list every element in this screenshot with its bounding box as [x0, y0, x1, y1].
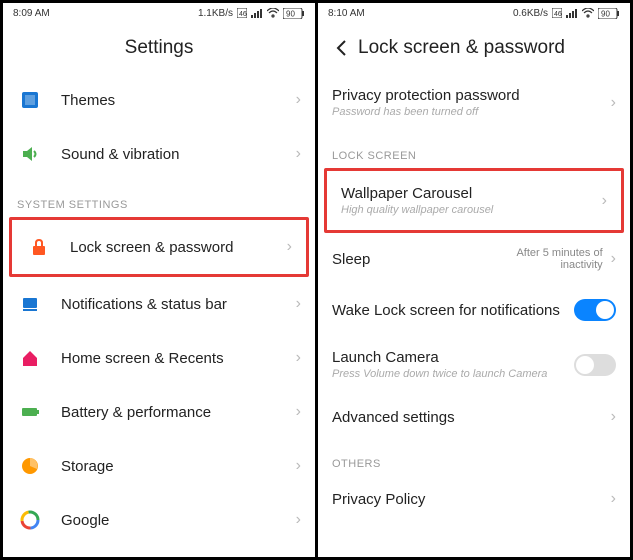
item-privacy-password[interactable]: Privacy protection password Password has… [318, 73, 630, 132]
item-themes[interactable]: Themes › [3, 73, 315, 127]
status-bar: 8:09 AM 1.1KB/s 46 90 [3, 3, 315, 23]
item-label: Sound & vibration [61, 146, 296, 163]
item-label: Advanced settings [332, 409, 611, 426]
chevron-right-icon: › [611, 250, 616, 268]
status-time: 8:10 AM [328, 8, 365, 19]
section-lock-screen: LOCK SCREEN [318, 132, 630, 168]
lock-icon [26, 234, 52, 260]
svg-text:46: 46 [554, 11, 562, 18]
svg-text:90: 90 [601, 9, 610, 18]
item-wallpaper-carousel[interactable]: Wallpaper Carousel High quality wallpape… [327, 171, 621, 230]
page-header: Settings [3, 23, 315, 73]
section-system: SYSTEM SETTINGS [3, 181, 315, 217]
toggle-camera[interactable] [574, 354, 616, 376]
chevron-left-icon [333, 39, 351, 57]
item-home[interactable]: Home screen & Recents › [3, 331, 315, 385]
chevron-right-icon: › [611, 490, 616, 508]
back-button[interactable] [330, 36, 354, 60]
item-battery[interactable]: Battery & performance › [3, 385, 315, 439]
chevron-right-icon: › [296, 349, 301, 367]
status-speed: 1.1KB/s [198, 8, 233, 19]
chevron-right-icon: › [296, 511, 301, 529]
storage-icon [17, 453, 43, 479]
page-title: Settings [125, 37, 194, 59]
status-right: 1.1KB/s 46 90 [198, 8, 305, 19]
item-label: Sleep [332, 251, 483, 268]
item-wake-notifications[interactable]: Wake Lock screen for notifications [318, 285, 630, 335]
item-label: Google [61, 512, 296, 529]
status-time: 8:09 AM [13, 8, 50, 19]
chevron-right-icon: › [611, 408, 616, 426]
notification-icon [17, 291, 43, 317]
item-advanced[interactable]: Advanced settings › [318, 394, 630, 440]
item-sound[interactable]: Sound & vibration › [3, 127, 315, 181]
home-icon [17, 345, 43, 371]
phone-left: 8:09 AM 1.1KB/s 46 90 Settings Themes › … [3, 3, 318, 557]
signal-icon [251, 8, 263, 18]
item-label: Battery & performance [61, 404, 296, 421]
item-label: Notifications & status bar [61, 296, 296, 313]
themes-icon [17, 87, 43, 113]
item-sleep[interactable]: Sleep After 5 minutes of inactivity › [318, 233, 630, 285]
chevron-right-icon: › [611, 94, 616, 112]
chevron-right-icon: › [296, 91, 301, 109]
item-label: Privacy Policy [332, 491, 611, 508]
item-lock-screen[interactable]: Lock screen & password › [12, 220, 306, 274]
phone-right: 8:10 AM 0.6KB/s 46 90 Lock screen & pass… [318, 3, 630, 557]
item-label: Home screen & Recents [61, 350, 296, 367]
svg-text:90: 90 [286, 9, 295, 18]
settings-list: Themes › Sound & vibration › SYSTEM SETT… [3, 73, 315, 557]
lock-settings-list: Privacy protection password Password has… [318, 73, 630, 557]
item-label: Launch Camera [332, 349, 574, 366]
item-google[interactable]: Google › [3, 493, 315, 547]
wifi-icon [582, 8, 594, 18]
battery-icon: 90 [283, 8, 305, 19]
item-additional[interactable]: Additional settings › [3, 547, 315, 557]
item-label: Storage [61, 458, 296, 475]
item-label: Privacy protection password [332, 87, 611, 104]
item-value: After 5 minutes of inactivity [483, 247, 603, 271]
status-right: 0.6KB/s 46 90 [513, 8, 620, 19]
item-launch-camera[interactable]: Launch Camera Press Volume down twice to… [318, 335, 630, 394]
sim-icon: 46 [552, 8, 562, 18]
svg-text:46: 46 [239, 11, 247, 18]
speaker-icon [17, 141, 43, 167]
item-notifications[interactable]: Notifications & status bar › [3, 277, 315, 331]
item-sub: Press Volume down twice to launch Camera [332, 368, 574, 380]
item-label: Themes [61, 92, 296, 109]
page-title: Lock screen & password [358, 37, 565, 59]
chevron-right-icon: › [296, 145, 301, 163]
signal-icon [566, 8, 578, 18]
battery-perf-icon [17, 399, 43, 425]
item-sub: High quality wallpaper carousel [341, 204, 602, 216]
chevron-right-icon: › [602, 192, 607, 210]
item-label: Wake Lock screen for notifications [332, 302, 574, 319]
item-label: Wallpaper Carousel [341, 185, 602, 202]
google-icon [17, 507, 43, 533]
item-label: Lock screen & password [70, 239, 287, 256]
chevron-right-icon: › [287, 238, 292, 256]
section-others: OTHERS [318, 440, 630, 476]
chevron-right-icon: › [296, 457, 301, 475]
item-privacy-policy[interactable]: Privacy Policy › [318, 476, 630, 522]
item-storage[interactable]: Storage › [3, 439, 315, 493]
screenshot-pair: 8:09 AM 1.1KB/s 46 90 Settings Themes › … [0, 0, 633, 560]
status-bar: 8:10 AM 0.6KB/s 46 90 [318, 3, 630, 23]
item-sub: Password has been turned off [332, 106, 611, 118]
battery-icon: 90 [598, 8, 620, 19]
highlight-lock: Lock screen & password › [9, 217, 309, 277]
highlight-carousel: Wallpaper Carousel High quality wallpape… [324, 168, 624, 233]
sim-icon: 46 [237, 8, 247, 18]
chevron-right-icon: › [296, 403, 301, 421]
chevron-right-icon: › [296, 295, 301, 313]
status-speed: 0.6KB/s [513, 8, 548, 19]
wifi-icon [267, 8, 279, 18]
page-header: Lock screen & password [318, 23, 630, 73]
toggle-wake[interactable] [574, 299, 616, 321]
